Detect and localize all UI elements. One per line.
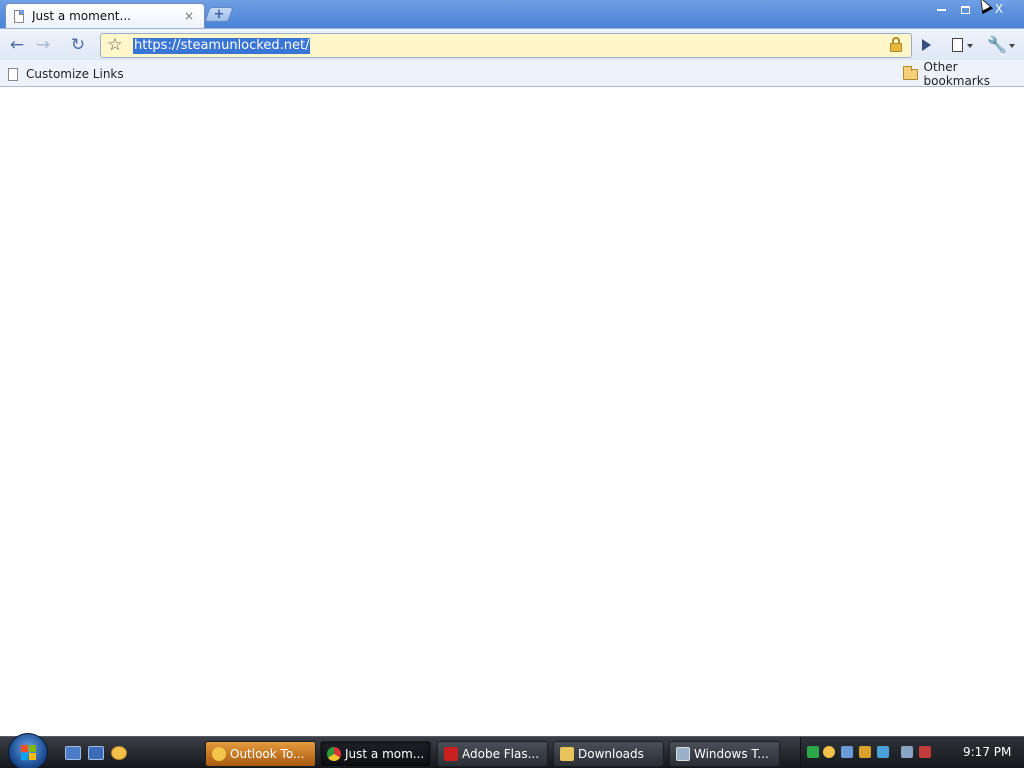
other-bookmarks-button[interactable]: Other bookmarks <box>903 60 1024 88</box>
restore-icon <box>960 5 970 14</box>
outlook-icon[interactable] <box>111 746 127 760</box>
title-bar: Just a moment... × + X <box>0 0 1024 28</box>
taskbar-button-downloads[interactable]: Downloads <box>553 741 664 767</box>
outlook-icon <box>212 747 226 761</box>
clock[interactable]: 9:17 PM <box>963 745 1011 759</box>
flash-icon <box>444 747 458 761</box>
tray-outlook-icon[interactable] <box>823 746 835 758</box>
taskbar-button-adobe-flash[interactable]: Adobe Flas... <box>437 741 548 767</box>
bookmark-label: Customize Links <box>26 67 124 81</box>
tab-current[interactable]: Just a moment... × <box>5 3 205 28</box>
page-icon <box>14 9 24 23</box>
wrench-icon: 🔧 <box>987 35 1007 54</box>
task-label: Outlook To... <box>230 747 305 761</box>
tab-title: Just a moment... <box>32 9 131 23</box>
other-bookmarks-label: Other bookmarks <box>923 60 990 88</box>
task-label: Downloads <box>578 747 644 761</box>
tray-app-icon[interactable] <box>807 746 819 758</box>
reload-button[interactable]: ↻ <box>66 33 90 57</box>
tab-close-icon[interactable]: × <box>182 9 196 23</box>
taskbar: Outlook To... Just a mom... Adobe Flas..… <box>0 733 1024 768</box>
new-tab-button[interactable]: + <box>204 7 234 22</box>
close-icon: X <box>994 2 1004 16</box>
folder-icon <box>903 65 918 80</box>
tray-network-icon[interactable] <box>841 746 853 758</box>
plus-icon: + <box>213 7 225 22</box>
back-button[interactable]: ← <box>5 33 29 57</box>
wrench-menu-button[interactable]: 🔧 <box>985 33 1017 57</box>
url-text[interactable]: https://steamunlocked.net/ <box>133 38 311 54</box>
page-icon <box>952 38 963 52</box>
volume-muted-icon[interactable] <box>919 746 931 758</box>
restore-button[interactable] <box>954 2 976 18</box>
chevron-down-icon <box>1009 44 1015 48</box>
page-content <box>0 88 1024 736</box>
lock-icon[interactable] <box>890 37 902 52</box>
windows-logo-icon <box>21 745 37 761</box>
task-label: Adobe Flas... <box>462 747 540 761</box>
chrome-icon <box>327 747 341 761</box>
minimize-button[interactable] <box>930 2 952 18</box>
folder-icon <box>560 747 574 761</box>
windows-task-icon <box>676 747 690 761</box>
forward-button[interactable]: → <box>31 33 55 57</box>
minimize-icon <box>936 8 946 11</box>
chevron-down-icon <box>967 44 973 48</box>
address-bar[interactable]: https://steamunlocked.net/ <box>100 33 912 58</box>
taskbar-button-chrome[interactable]: Just a mom... <box>320 741 431 767</box>
page-icon <box>8 67 18 81</box>
taskbar-button-windows-task[interactable]: Windows T... <box>669 741 780 767</box>
network-icon[interactable] <box>901 746 913 758</box>
switch-windows-icon[interactable] <box>88 746 104 760</box>
page-menu-button[interactable] <box>948 33 978 57</box>
bookmarks-bar: Customize Links Other bookmarks <box>0 60 1024 88</box>
browser-toolbar: ← → ↻ https://steamunlocked.net/ ☆ 🔧 <box>0 28 1024 60</box>
task-label: Windows T... <box>694 747 769 761</box>
start-button[interactable] <box>8 733 48 768</box>
taskbar-button-outlook[interactable]: Outlook To... <box>205 741 316 767</box>
go-button[interactable] <box>914 33 938 57</box>
bookmark-star-icon[interactable]: ☆ <box>103 33 127 57</box>
tray-windows-icon[interactable] <box>877 746 889 758</box>
bookmark-customize-links[interactable]: Customize Links <box>8 66 124 82</box>
shield-icon[interactable] <box>859 746 871 758</box>
show-desktop-icon[interactable] <box>65 746 81 760</box>
task-label: Just a mom... <box>345 747 425 761</box>
